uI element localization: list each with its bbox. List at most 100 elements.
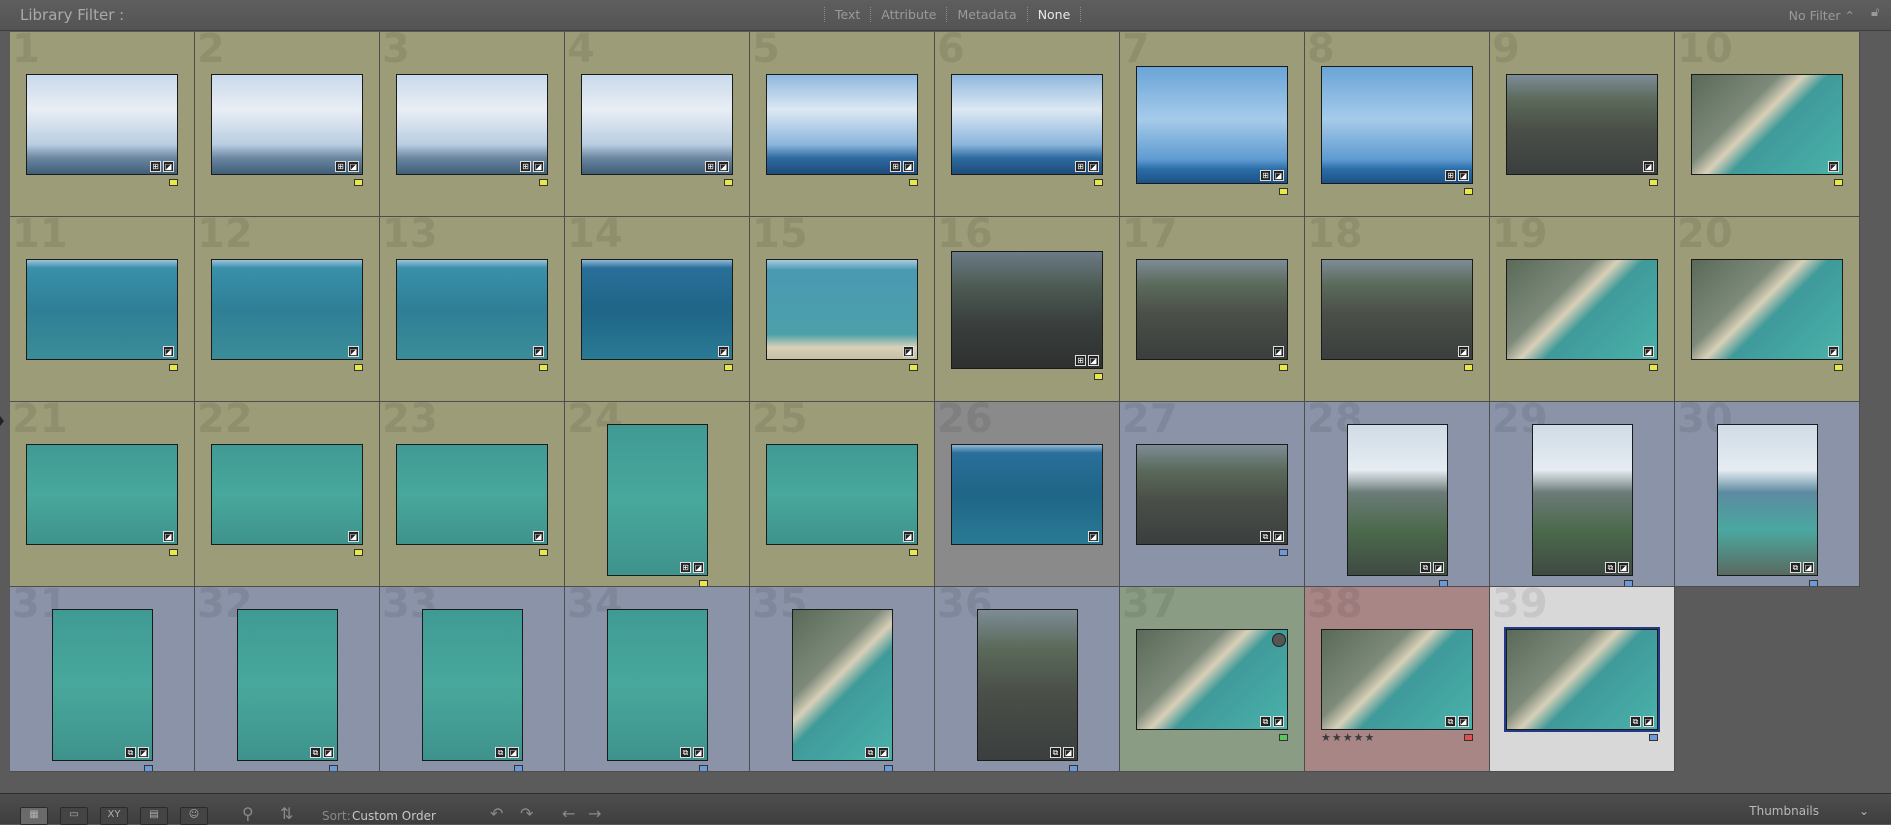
photo-thumbnail[interactable] (977, 609, 1078, 761)
edit-badge-icon[interactable]: ◪ (1643, 346, 1654, 357)
edit-badge-icon[interactable]: ◪ (1433, 562, 1444, 573)
thumbnail-cell[interactable]: 9 ◪ (1490, 32, 1675, 217)
stack-badge-icon[interactable]: ⧉ (1420, 562, 1431, 573)
color-label-swatch[interactable] (539, 364, 548, 371)
thumbnail-cell[interactable]: 24 ⊞ ◪ (565, 402, 750, 587)
edit-badge-icon[interactable]: ◪ (1828, 161, 1839, 172)
crop-badge-icon[interactable]: ⊞ (1260, 170, 1271, 181)
thumbnail-cell[interactable]: 2 ⊞ ◪ (195, 32, 380, 217)
thumbnail-cell[interactable]: 23 ◪ (380, 402, 565, 587)
sort-direction-icon[interactable]: ⇅ (280, 804, 293, 823)
thumbnail-cell[interactable]: 32 ⧉ ◪ (195, 587, 380, 772)
edit-badge-icon[interactable]: ◪ (878, 747, 889, 758)
stack-badge-icon[interactable]: ⧉ (1050, 747, 1061, 758)
edit-badge-icon[interactable]: ◪ (348, 161, 359, 172)
thumbnail-cell[interactable]: 15 ◪ (750, 217, 935, 402)
thumbnail-cell[interactable]: 18 ◪ (1305, 217, 1490, 402)
color-label-swatch[interactable] (1834, 179, 1843, 186)
thumbnail-cell[interactable]: 17 ◪ (1120, 217, 1305, 402)
crop-badge-icon[interactable]: ⊞ (150, 161, 161, 172)
previous-arrow-icon[interactable]: ← (562, 804, 575, 823)
color-label-swatch[interactable] (1094, 179, 1103, 186)
edit-badge-icon[interactable]: ◪ (323, 747, 334, 758)
thumbnail-cell[interactable]: 11 ◪ (10, 217, 195, 402)
rotate-left-icon[interactable]: ↶ (490, 804, 503, 823)
edit-badge-icon[interactable]: ◪ (718, 161, 729, 172)
stack-badge-icon[interactable]: ⧉ (1260, 531, 1271, 542)
crop-badge-icon[interactable]: ⊞ (335, 161, 346, 172)
filter-tab-attribute[interactable]: Attribute (870, 7, 946, 22)
color-label-swatch[interactable] (1649, 179, 1658, 186)
thumbnail-cell[interactable]: 36 ⧉ ◪ (935, 587, 1120, 772)
photo-thumbnail[interactable] (396, 259, 548, 360)
photo-thumbnail[interactable] (396, 74, 548, 175)
photo-thumbnail[interactable] (422, 609, 523, 761)
thumbnail-cell[interactable]: 8 ⊞ ◪ (1305, 32, 1490, 217)
thumbnail-cell[interactable]: 35 ⧉ ◪ (750, 587, 935, 772)
edit-badge-icon[interactable]: ◪ (508, 747, 519, 758)
photo-thumbnail[interactable] (1136, 259, 1288, 360)
photo-thumbnail[interactable] (1532, 424, 1633, 576)
photo-thumbnail[interactable] (1717, 424, 1818, 576)
photo-thumbnail[interactable] (1136, 444, 1288, 545)
color-label-swatch[interactable] (1439, 580, 1448, 586)
stack-badge-icon[interactable]: ⧉ (680, 747, 691, 758)
color-label-swatch[interactable] (1279, 188, 1288, 195)
grid-scrollbar[interactable] (1871, 32, 1883, 792)
color-label-swatch[interactable] (1464, 364, 1473, 371)
photo-thumbnail[interactable] (1321, 629, 1473, 730)
edit-badge-icon[interactable]: ◪ (163, 531, 174, 542)
sort-order-dropdown[interactable]: Custom Order (352, 809, 436, 823)
color-label-swatch[interactable] (699, 580, 708, 586)
people-view-button[interactable]: ☺ (180, 807, 208, 825)
photo-thumbnail[interactable] (951, 74, 1103, 175)
edit-badge-icon[interactable]: ◪ (903, 346, 914, 357)
edit-badge-icon[interactable]: ◪ (693, 747, 704, 758)
thumbnail-cell[interactable]: 14 ◪ (565, 217, 750, 402)
photo-thumbnail[interactable] (26, 444, 178, 545)
thumbnail-cell[interactable]: 30 ⧉ ◪ (1675, 402, 1860, 587)
color-label-swatch[interactable] (354, 364, 363, 371)
thumbnail-cell[interactable]: 5 ⊞ ◪ (750, 32, 935, 217)
edit-badge-icon[interactable]: ◪ (1273, 346, 1284, 357)
color-label-swatch[interactable] (1649, 364, 1658, 371)
photo-thumbnail[interactable] (1506, 259, 1658, 360)
thumbnail-cell[interactable]: 19 ◪ (1490, 217, 1675, 402)
survey-view-button[interactable]: ▤ (140, 807, 168, 825)
photo-thumbnail[interactable] (1691, 74, 1843, 175)
color-label-swatch[interactable] (699, 765, 708, 771)
color-label-swatch[interactable] (144, 765, 153, 771)
left-panel-toggle-icon[interactable] (0, 416, 4, 426)
edit-badge-icon[interactable]: ◪ (348, 346, 359, 357)
color-label-swatch[interactable] (1279, 549, 1288, 556)
color-label-swatch[interactable] (909, 549, 918, 556)
edit-badge-icon[interactable]: ◪ (693, 562, 704, 573)
grid-view-button[interactable]: ▦ (20, 807, 48, 825)
edit-badge-icon[interactable]: ◪ (903, 161, 914, 172)
edit-badge-icon[interactable]: ◪ (1273, 170, 1284, 181)
edit-badge-icon[interactable]: ◪ (533, 161, 544, 172)
photo-thumbnail[interactable] (1347, 424, 1448, 576)
filter-preset-dropdown[interactable]: No Filter ⌃ (1789, 8, 1855, 23)
edit-badge-icon[interactable]: ◪ (1088, 531, 1099, 542)
photo-thumbnail[interactable] (1321, 66, 1473, 184)
color-label-swatch[interactable] (169, 549, 178, 556)
filter-tab-text[interactable]: Text (824, 7, 870, 22)
photo-thumbnail[interactable] (766, 74, 918, 175)
color-label-swatch[interactable] (354, 549, 363, 556)
photo-thumbnail[interactable] (211, 74, 363, 175)
photo-thumbnail[interactable] (581, 74, 733, 175)
photo-thumbnail[interactable] (1504, 627, 1660, 732)
color-label-swatch[interactable] (514, 765, 523, 771)
filter-tab-none[interactable]: None (1026, 7, 1082, 22)
thumbnail-cell[interactable]: 6 ⊞ ◪ (935, 32, 1120, 217)
thumbnail-cell[interactable]: 7 ⊞ ◪ (1120, 32, 1305, 217)
photo-thumbnail[interactable] (1136, 66, 1288, 184)
crop-badge-icon[interactable]: ⊞ (1075, 161, 1086, 172)
edit-badge-icon[interactable]: ◪ (163, 346, 174, 357)
thumbnail-cell[interactable]: 4 ⊞ ◪ (565, 32, 750, 217)
stack-badge-icon[interactable]: ⧉ (1790, 562, 1801, 573)
toolbar-menu-chevron-icon[interactable]: ⌄ (1859, 804, 1869, 818)
edit-badge-icon[interactable]: ◪ (1088, 355, 1099, 366)
color-label-swatch[interactable] (1809, 580, 1818, 586)
